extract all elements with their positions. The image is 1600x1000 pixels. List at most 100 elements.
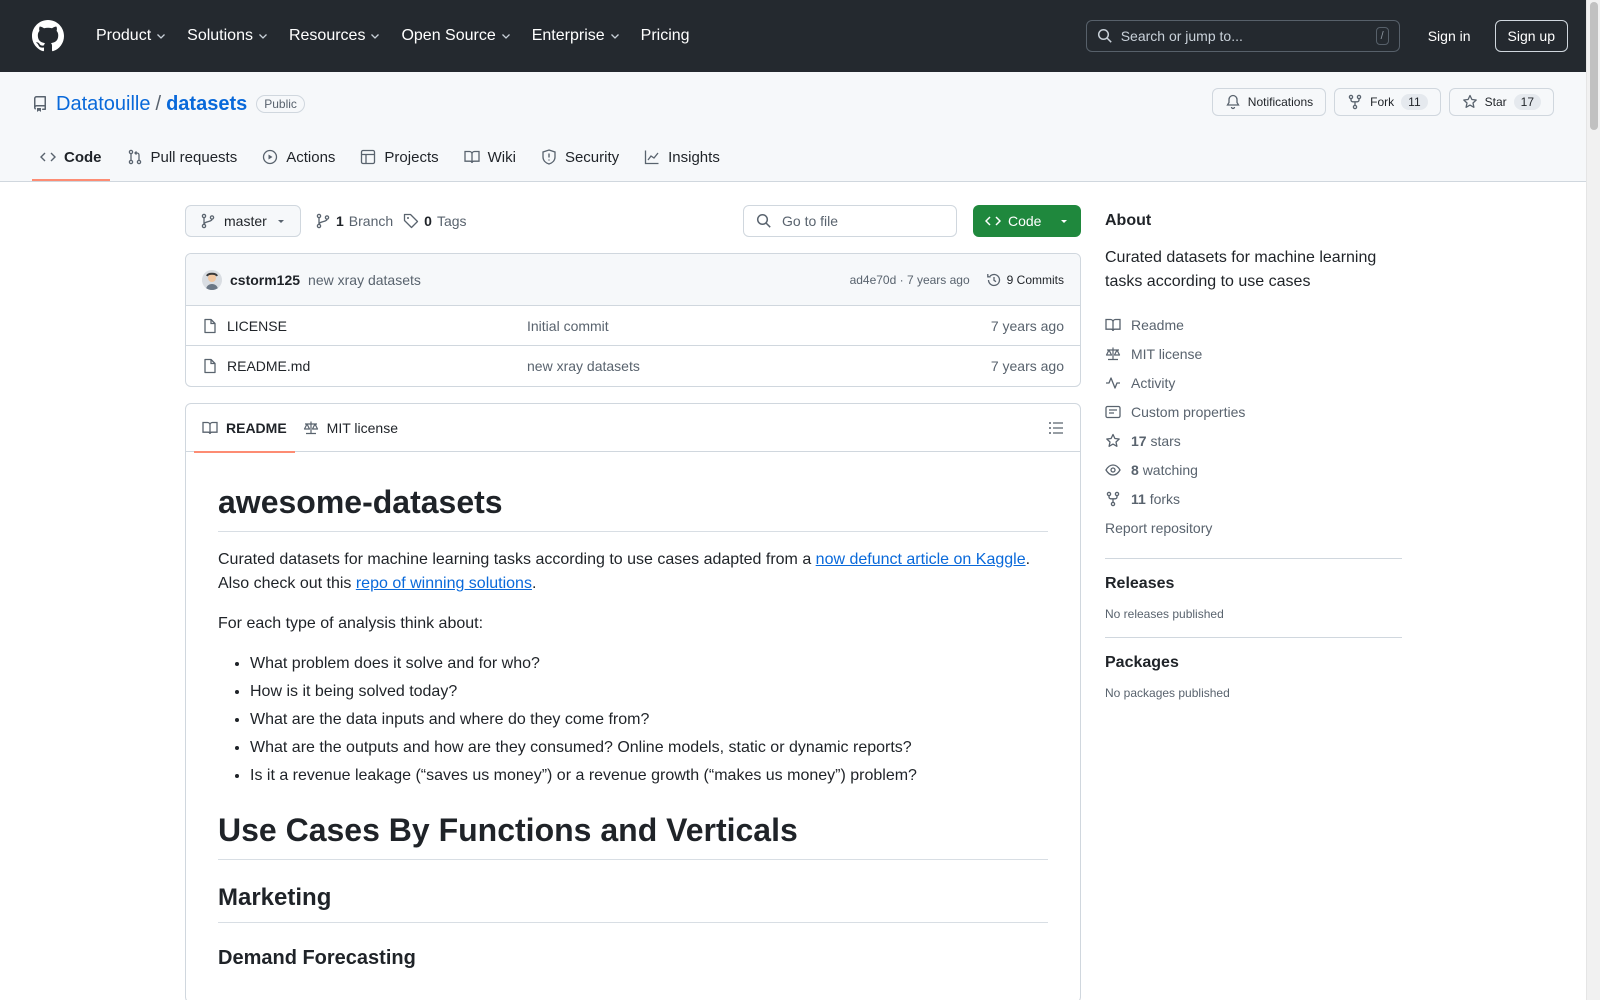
nav-product[interactable]: Product [86,27,177,45]
repo-icon [34,96,46,112]
search-shortcut-key: / [1375,27,1389,45]
law-icon [303,421,318,434]
link-label: Custom properties [1131,403,1246,420]
file-row[interactable]: README.md new xray datasets 7 years ago [186,346,1080,386]
sign-up-button[interactable]: Sign up [1494,20,1568,52]
book-icon [463,150,480,164]
note-icon [1105,405,1121,418]
notifications-button[interactable]: Notifications [1211,88,1327,116]
list-unordered-icon[interactable] [1048,420,1064,436]
tab-insights[interactable]: Insights [636,133,728,181]
kaggle-article-link[interactable]: now defunct article on Kaggle [816,551,1026,568]
file-icon [204,358,216,374]
commit-author-link[interactable]: cstorm125 [230,272,300,288]
shield-icon [542,149,556,165]
packages-heading[interactable]: Packages [1105,654,1402,672]
tags-link[interactable]: 0 Tags [403,213,467,229]
file-name-link[interactable]: README.md [227,358,310,374]
search-icon [756,213,771,228]
nav-solutions[interactable]: Solutions [177,27,279,45]
branch-select[interactable]: master [185,205,301,237]
winning-solutions-link[interactable]: repo of winning solutions [356,575,532,592]
commits-link[interactable]: 9 Commits [986,272,1064,288]
forks-link[interactable]: 11 forks [1105,484,1402,513]
tab-security[interactable]: Security [533,133,627,181]
readme-link[interactable]: Readme [1105,310,1402,339]
repo-sidebar: About Curated datasets for machine learn… [1105,205,1402,700]
activity-link[interactable]: Activity [1105,368,1402,397]
tab-code[interactable]: Code [32,133,110,181]
nav-label: Solutions [187,27,253,44]
table-icon [361,149,376,165]
commit-message-link[interactable]: new xray datasets [308,272,421,288]
nav-enterprise[interactable]: Enterprise [522,27,631,45]
tab-label: README [226,419,287,436]
repo-owner-link[interactable]: Datatouille [56,93,151,116]
nav-open-source[interactable]: Open Source [391,27,521,45]
custom-properties-link[interactable]: Custom properties [1105,397,1402,426]
releases-section: Releases No releases published [1105,558,1402,621]
commit-count-label: 9 Commits [1006,272,1064,287]
star-label: Star [1484,95,1507,109]
notifications-label: Notifications [1247,95,1314,109]
stars-link[interactable]: 17 stars [1105,426,1402,455]
commit-hash-time[interactable]: ad4e70d · 7 years ago [850,273,970,287]
book-icon [202,421,218,434]
releases-empty: No releases published [1105,607,1224,621]
branch-icon [316,213,330,229]
tab-pull-requests[interactable]: Pull requests [119,133,246,181]
tab-label: Insights [668,148,720,166]
nav-pricing[interactable]: Pricing [631,27,700,45]
fork-button[interactable]: Fork 11 [1334,88,1441,116]
link-label: Readme [1131,316,1184,333]
chevron-down-icon [259,34,267,39]
page-scrollbar[interactable] [1586,0,1600,1000]
releases-heading[interactable]: Releases [1105,575,1402,593]
report-repository-link[interactable]: Report repository [1105,513,1402,542]
chevron-down-icon [157,34,166,39]
go-to-file-input[interactable]: Go to file [743,205,957,237]
github-logo-icon[interactable] [32,20,64,52]
book-icon [1105,318,1121,331]
star-button[interactable]: Star 17 [1448,88,1554,116]
repo-name-link[interactable]: datasets [166,93,247,116]
license-link[interactable]: MIT license [1105,339,1402,368]
branch-label: Branch [348,213,394,229]
sign-in-link[interactable]: Sign in [1428,28,1471,44]
caret-down-icon [278,220,284,223]
tab-actions[interactable]: Actions [254,133,343,181]
watching-link[interactable]: 8 watching [1105,455,1402,484]
pull-request-icon [128,149,141,165]
code-dropdown-button[interactable]: Code [973,205,1081,237]
file-row[interactable]: LICENSE Initial commit 7 years ago [186,306,1080,346]
file-name-link[interactable]: LICENSE [227,318,287,334]
tab-label: Code [64,148,102,166]
tab-label: Security [564,148,620,166]
avatar[interactable] [202,269,222,290]
file-commit-message[interactable]: Initial commit [527,318,609,334]
caret-down-icon [1061,220,1067,223]
tab-readme[interactable]: README [194,404,295,453]
nav-resources[interactable]: Resources [279,27,391,45]
branches-link[interactable]: 1 Branch [315,213,393,229]
forks-count: 11 [1131,490,1146,507]
file-commit-message[interactable]: new xray datasets [527,358,640,374]
search-input[interactable]: Search or jump to... / [1085,20,1400,52]
tab-projects[interactable]: Projects [352,133,446,181]
list-item: How is it being solved today? [250,680,1048,704]
fork-count: 11 [1401,94,1428,110]
intro-text: Curated datasets for machine learning ta… [218,551,816,568]
repo-tabs: Code Pull requests Actions Projects Wiki… [32,133,737,181]
file-commit-time: 7 years ago [990,358,1064,374]
readme-title: awesome-datasets [218,484,1048,532]
search-icon [1097,28,1112,43]
scrollbar-thumb[interactable] [1590,2,1598,130]
watching-count: 8 [1131,461,1139,478]
intro-text: . [531,575,537,592]
packages-section: Packages No packages published [1105,637,1402,700]
tab-license[interactable]: MIT license [295,404,406,452]
avatar-image-icon [202,269,222,290]
law-icon [1105,347,1121,360]
repo-separator: / [155,92,162,115]
tab-wiki[interactable]: Wiki [456,133,524,181]
